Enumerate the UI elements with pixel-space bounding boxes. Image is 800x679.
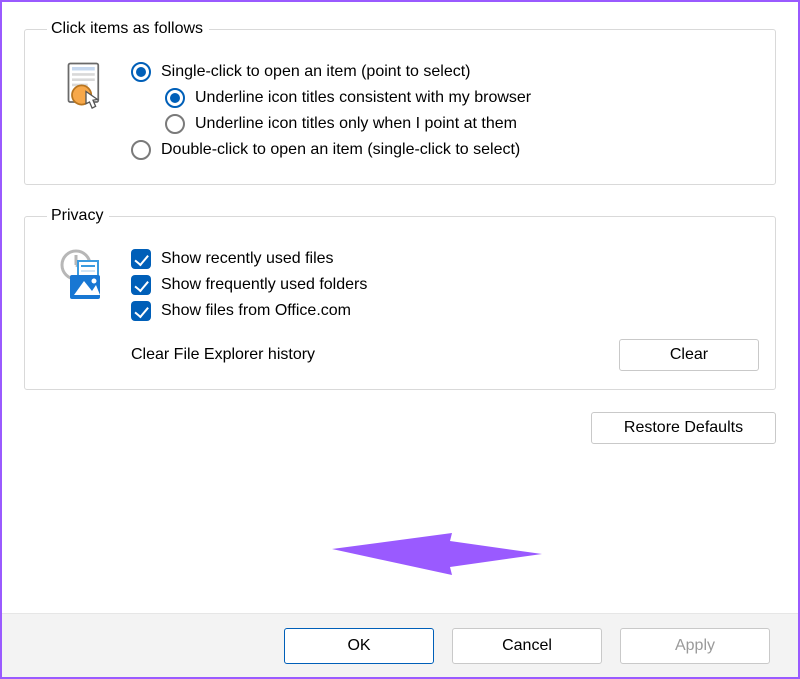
dialog-button-bar: OK Cancel Apply bbox=[2, 613, 798, 677]
recent-files-checkbox[interactable]: Show recently used files bbox=[131, 249, 759, 269]
single-click-label: Single-click to open an item (point to s… bbox=[161, 63, 470, 81]
frequent-folders-label: Show frequently used folders bbox=[161, 276, 367, 294]
double-click-label: Double-click to open an item (single-cli… bbox=[161, 141, 520, 159]
underline-point-label: Underline icon titles only when I point … bbox=[195, 115, 517, 133]
privacy-legend: Privacy bbox=[47, 207, 109, 225]
underline-browser-label: Underline icon titles consistent with my… bbox=[195, 89, 531, 107]
apply-button: Apply bbox=[620, 628, 770, 664]
click-items-group: Click items as follows Single-click to o… bbox=[24, 20, 776, 185]
frequent-folders-checkbox[interactable]: Show frequently used folders bbox=[131, 275, 759, 295]
privacy-group: Privacy Show recently used bbox=[24, 207, 776, 390]
clear-button[interactable]: Clear bbox=[619, 339, 759, 371]
single-click-radio[interactable]: Single-click to open an item (point to s… bbox=[131, 62, 759, 82]
privacy-icon bbox=[41, 243, 131, 303]
click-items-icon bbox=[41, 56, 131, 116]
click-items-legend: Click items as follows bbox=[47, 20, 209, 38]
recent-files-label: Show recently used files bbox=[161, 250, 334, 268]
office-files-label: Show files from Office.com bbox=[161, 302, 351, 320]
clear-history-label: Clear File Explorer history bbox=[131, 346, 619, 364]
underline-point-radio[interactable]: Underline icon titles only when I point … bbox=[165, 114, 759, 134]
cancel-button[interactable]: Cancel bbox=[452, 628, 602, 664]
annotation-arrow-icon bbox=[332, 527, 552, 587]
ok-button[interactable]: OK bbox=[284, 628, 434, 664]
underline-browser-radio[interactable]: Underline icon titles consistent with my… bbox=[165, 88, 759, 108]
double-click-radio[interactable]: Double-click to open an item (single-cli… bbox=[131, 140, 759, 160]
office-files-checkbox[interactable]: Show files from Office.com bbox=[131, 301, 759, 321]
restore-defaults-button[interactable]: Restore Defaults bbox=[591, 412, 776, 444]
